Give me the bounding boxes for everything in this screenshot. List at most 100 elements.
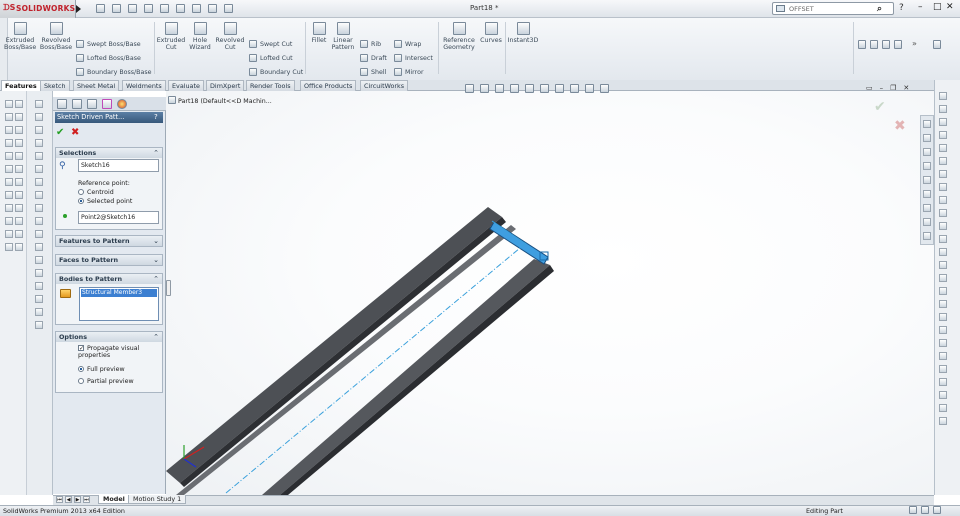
revolved-boss-button[interactable]: Revolved Boss/Base — [39, 22, 73, 51]
tab-model[interactable]: Model — [98, 495, 130, 504]
swept-boss-button[interactable]: Swept Boss/Base — [76, 40, 141, 48]
left-tool-icon[interactable] — [15, 204, 23, 212]
left-tool-icon[interactable] — [15, 230, 23, 238]
units-icon[interactable] — [909, 506, 917, 514]
left-tool-icon[interactable] — [5, 204, 13, 212]
left-tool-icon[interactable] — [15, 217, 23, 225]
save-icon[interactable] — [128, 4, 137, 13]
task-pane-tool-icon[interactable] — [939, 105, 947, 113]
task-pane-tool-icon[interactable] — [939, 404, 947, 412]
left-tool-icon[interactable] — [5, 217, 13, 225]
task-pane-tool-icon[interactable] — [939, 209, 947, 217]
bodies-selection-list[interactable]: Structural Member3 — [79, 287, 159, 321]
sketch-tool-icon[interactable] — [923, 120, 931, 128]
collapse-chevron-icon[interactable]: ⌃ — [153, 148, 159, 158]
task-pane-tool-icon[interactable] — [939, 131, 947, 139]
search-box[interactable]: OFFSET ⌕ — [772, 2, 894, 15]
left-secondary-tool-icon[interactable] — [35, 282, 43, 290]
section-view-icon[interactable] — [510, 84, 519, 93]
tab-sheet-metal[interactable]: Sheet Metal — [73, 80, 120, 91]
draft-button[interactable]: Draft — [360, 54, 387, 62]
reference-point-field[interactable]: Point2@Sketch16 — [78, 211, 159, 224]
ok-button[interactable]: ✔ — [56, 127, 64, 138]
rib-button[interactable]: Rib — [360, 40, 381, 48]
task-pane-tool-icon[interactable] — [939, 339, 947, 347]
search-icon[interactable]: ⌕ — [877, 4, 882, 14]
intersect-button[interactable]: Intersect — [394, 54, 433, 62]
left-tool-icon[interactable] — [5, 126, 13, 134]
task-pane-tool-icon[interactable] — [939, 118, 947, 126]
propagate-visual-checkbox[interactable]: ✓ Propagate visual properties — [78, 345, 139, 359]
sketch-tool-icon[interactable] — [923, 232, 931, 240]
lofted-cut-button[interactable]: Lofted Cut — [249, 54, 293, 62]
boundary-boss-button[interactable]: Boundary Boss/Base — [76, 68, 152, 76]
options-icon[interactable] — [224, 4, 233, 13]
tab-circuitworks[interactable]: CircuitWorks — [360, 80, 409, 91]
left-tool-icon[interactable] — [5, 152, 13, 160]
left-tool-icon[interactable] — [5, 113, 13, 121]
left-tool-icon[interactable] — [5, 178, 13, 186]
sketch-tool-icon[interactable] — [923, 218, 931, 226]
maximize-button[interactable]: □ — [933, 2, 942, 12]
left-secondary-tool-icon[interactable] — [35, 217, 43, 225]
new-icon[interactable] — [96, 4, 105, 13]
task-pane-tool-icon[interactable] — [939, 235, 947, 243]
left-tool-icon[interactable] — [15, 191, 23, 199]
left-tool-icon[interactable] — [15, 100, 23, 108]
left-tool-icon[interactable] — [15, 243, 23, 251]
sketch-selection-field[interactable]: Sketch16 — [78, 159, 159, 172]
dimxpert-manager-icon[interactable] — [102, 99, 112, 109]
tab-dimxpert[interactable]: DimXpert — [206, 80, 245, 91]
expand-chevron-icon[interactable]: ⌄ — [153, 255, 159, 265]
rebuild-icon[interactable] — [192, 4, 201, 13]
configuration-manager-icon[interactable] — [87, 99, 97, 109]
task-pane-tool-icon[interactable] — [939, 313, 947, 321]
hide-show-icon[interactable] — [555, 84, 564, 93]
sketch-centerline[interactable] — [225, 242, 527, 494]
viewport-collapse-icon[interactable]: ▭ — [866, 84, 873, 92]
task-pane-tool-icon[interactable] — [939, 222, 947, 230]
task-pane-tool-icon[interactable] — [939, 417, 947, 425]
tile-icon[interactable] — [858, 40, 866, 49]
swept-cut-button[interactable]: Swept Cut — [249, 40, 292, 48]
apply-scene-icon[interactable] — [585, 84, 594, 93]
boundary-cut-button[interactable]: Boundary Cut — [249, 68, 303, 76]
left-secondary-tool-icon[interactable] — [35, 204, 43, 212]
left-tool-icon[interactable] — [5, 100, 13, 108]
options-header[interactable]: Options ⌃ — [56, 332, 162, 342]
feature-manager-icon[interactable] — [57, 99, 67, 109]
tab-motion-study[interactable]: Motion Study 1 — [128, 495, 187, 504]
left-secondary-tool-icon[interactable] — [35, 178, 43, 186]
linear-pattern-button[interactable]: Linear Pattern — [330, 22, 356, 51]
bodies-to-pattern-header[interactable]: Bodies to Pattern ⌃ — [56, 274, 162, 284]
task-pane-tool-icon[interactable] — [939, 378, 947, 386]
tab-office-products[interactable]: Office Products — [300, 80, 357, 91]
tab-features[interactable]: Features — [1, 80, 41, 91]
left-secondary-tool-icon[interactable] — [35, 113, 43, 121]
left-tool-icon[interactable] — [5, 165, 13, 173]
menu-arrow-icon[interactable] — [76, 5, 81, 13]
selected-point-radio[interactable]: Selected point — [78, 198, 132, 205]
view-orientation-icon[interactable] — [525, 84, 534, 93]
task-pane-tool-icon[interactable] — [939, 183, 947, 191]
task-pane-tool-icon[interactable] — [939, 261, 947, 269]
viewport-close-icon[interactable]: ✕ — [903, 84, 909, 92]
sketch-tool-icon[interactable] — [923, 176, 931, 184]
left-secondary-tool-icon[interactable] — [35, 243, 43, 251]
viewport-minimize-icon[interactable]: – — [880, 84, 884, 92]
task-pane-tool-icon[interactable] — [939, 326, 947, 334]
rebuild-status-icon[interactable] — [933, 506, 941, 514]
help-button[interactable]: ? — [154, 112, 158, 123]
left-secondary-tool-icon[interactable] — [35, 295, 43, 303]
task-pane-tool-icon[interactable] — [939, 170, 947, 178]
task-pane-tool-icon[interactable] — [939, 248, 947, 256]
first-tab-icon[interactable]: ⏮ — [56, 496, 63, 503]
selections-header[interactable]: Selections ⌃ — [56, 148, 162, 158]
left-secondary-tool-icon[interactable] — [35, 191, 43, 199]
cancel-button[interactable]: ✖ — [71, 127, 79, 138]
select-icon[interactable] — [176, 4, 185, 13]
instant3d-button[interactable]: Instant3D — [507, 22, 539, 44]
minimize-button[interactable]: – — [918, 2, 923, 12]
task-pane-tool-icon[interactable] — [939, 287, 947, 295]
left-secondary-tool-icon[interactable] — [35, 269, 43, 277]
